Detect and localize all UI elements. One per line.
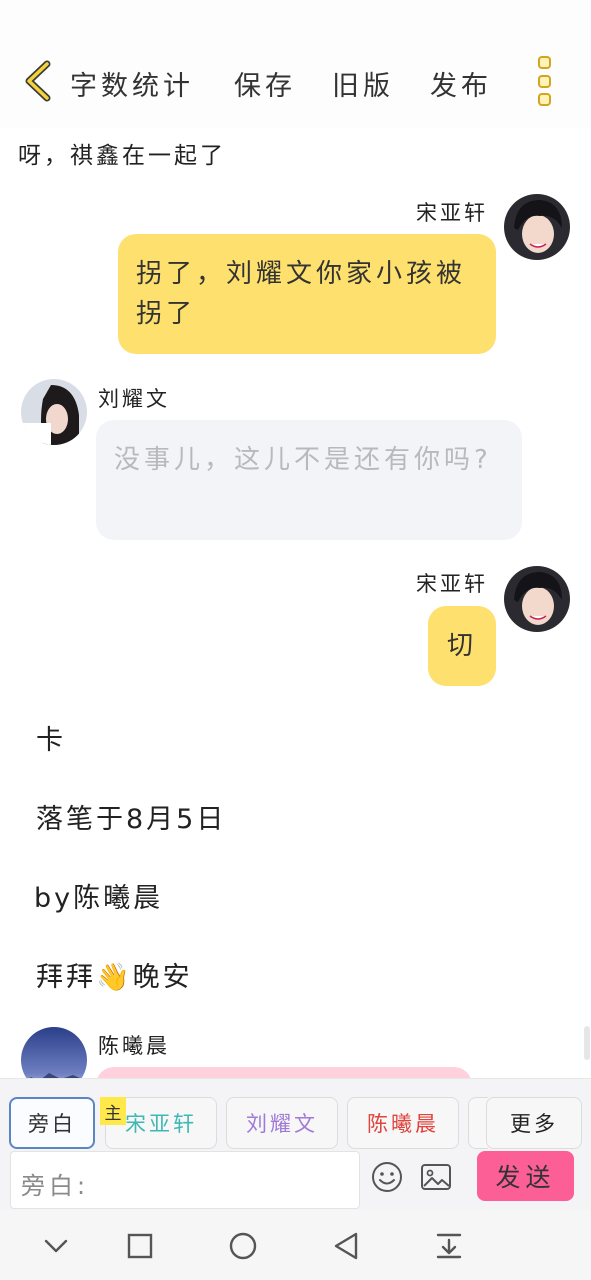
back-nav-button[interactable] xyxy=(326,1226,366,1266)
smiley-icon xyxy=(372,1162,402,1192)
back-button[interactable] xyxy=(18,58,58,104)
avatar[interactable] xyxy=(504,566,570,632)
speaker-name: 刘耀文 xyxy=(98,387,170,411)
avatar[interactable] xyxy=(504,194,570,260)
role-button-chen-xichen[interactable]: 陈曦晨 xyxy=(347,1097,459,1149)
message-input[interactable]: 旁白: xyxy=(10,1151,360,1209)
menu-dot-icon xyxy=(537,93,551,106)
chat-bubble[interactable]: 拐了，刘耀文你家小孩被拐了 xyxy=(118,234,496,354)
role-narrator-button[interactable]: 旁白 xyxy=(9,1097,95,1149)
avatar[interactable] xyxy=(21,379,87,445)
home-button[interactable] xyxy=(223,1226,263,1266)
avatar-portrait-icon xyxy=(504,566,570,632)
narration-line[interactable]: 落笔于8月5日 xyxy=(36,797,226,836)
old-version-button[interactable]: 旧版 xyxy=(332,64,394,103)
collapse-button[interactable] xyxy=(36,1226,76,1266)
speaker-name: 陈曦晨 xyxy=(98,1034,170,1058)
chevron-down-icon xyxy=(44,1239,68,1253)
more-menu-button[interactable] xyxy=(535,56,553,106)
role-button-liu-yaowen[interactable]: 刘耀文 xyxy=(226,1097,338,1149)
notification-pulldown-button[interactable] xyxy=(429,1226,469,1266)
role-button-partial[interactable] xyxy=(468,1097,488,1149)
word-count-button[interactable]: 字数统计 xyxy=(70,64,194,103)
narration-line[interactable]: 拜拜👋晚安 xyxy=(36,955,193,994)
speaker-name: 宋亚轩 xyxy=(416,201,488,225)
previous-narration-line: 呀，祺鑫在一起了 xyxy=(18,143,226,169)
image-button[interactable] xyxy=(418,1159,454,1195)
more-roles-button[interactable]: 更多 xyxy=(486,1097,582,1149)
publish-button[interactable]: 发布 xyxy=(430,64,492,103)
narration-line[interactable]: by陈曦晨 xyxy=(34,876,163,915)
emoji-button[interactable] xyxy=(369,1159,405,1195)
avatar-portrait-icon xyxy=(21,379,87,445)
menu-dot-icon xyxy=(537,74,551,88)
save-button[interactable]: 保存 xyxy=(234,64,296,103)
menu-dot-icon xyxy=(537,56,551,69)
image-icon xyxy=(421,1164,451,1190)
square-icon xyxy=(127,1233,153,1259)
main-role-tag: 主 xyxy=(100,1097,126,1125)
chevron-left-icon xyxy=(25,60,51,102)
chat-bubble[interactable]: 切 xyxy=(428,606,496,686)
speaker-name: 宋亚轩 xyxy=(416,572,488,596)
avatar-portrait-icon xyxy=(504,194,570,260)
recents-button[interactable] xyxy=(120,1226,160,1266)
send-button[interactable]: 发送 xyxy=(477,1151,574,1201)
triangle-back-icon xyxy=(334,1232,358,1260)
chat-bubble[interactable]: 没事儿，这儿不是还有你吗? xyxy=(96,420,522,540)
scrollbar-thumb[interactable] xyxy=(584,1026,590,1060)
pull-down-icon xyxy=(436,1233,462,1259)
system-nav-bar xyxy=(0,1210,591,1280)
top-bar: 字数统计 保存 旧版 发布 xyxy=(0,0,591,128)
circle-icon xyxy=(229,1232,257,1260)
narration-line[interactable]: 卡 xyxy=(36,718,66,757)
